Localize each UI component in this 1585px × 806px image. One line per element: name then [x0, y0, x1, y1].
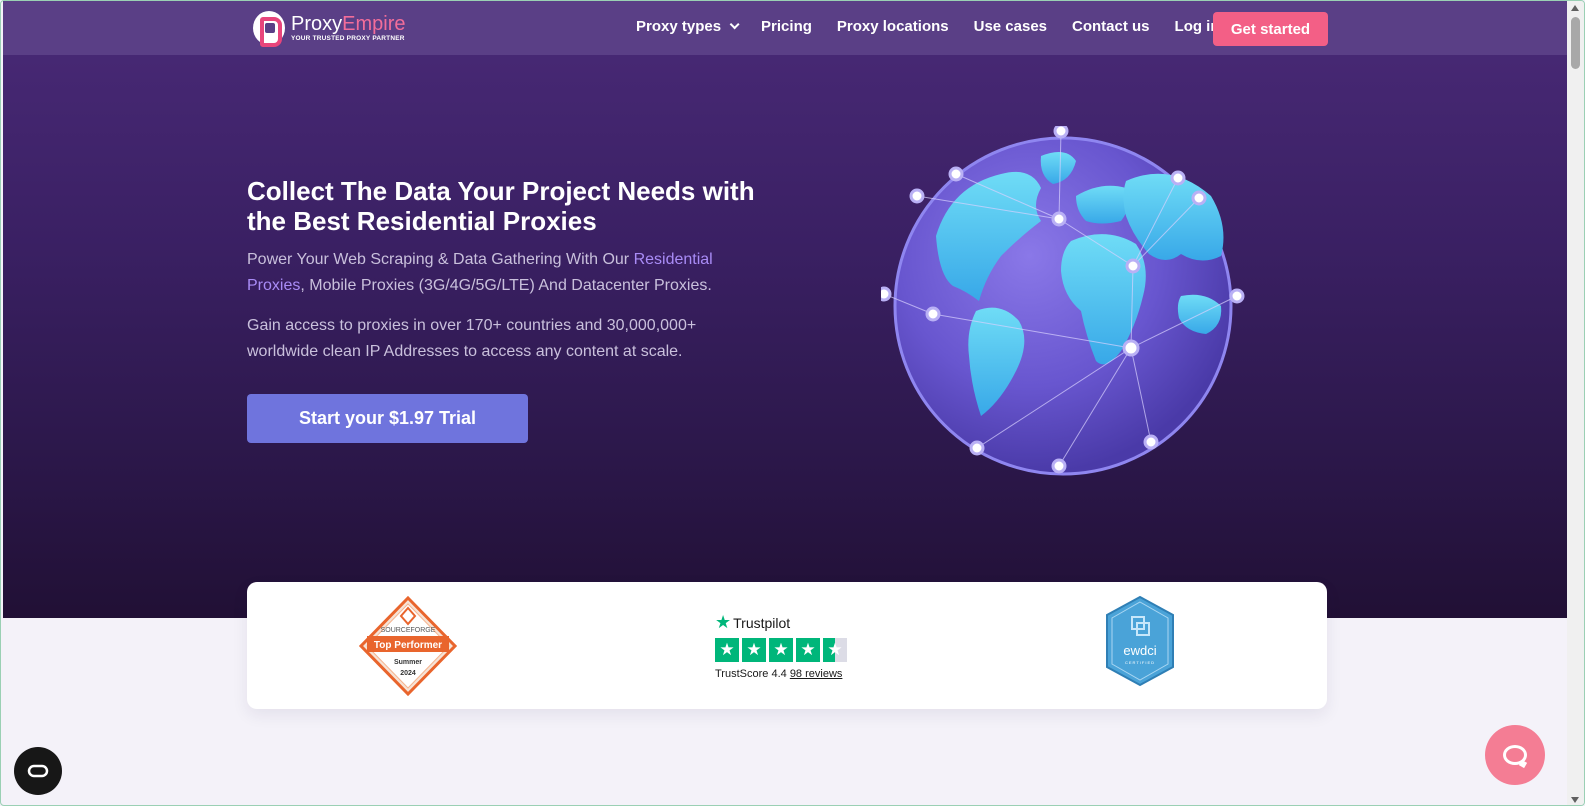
brand-tagline: YOUR TRUSTED PROXY PARTNER: [291, 34, 405, 42]
nav-item-use-cases[interactable]: Use cases: [974, 18, 1047, 35]
star-icon: ★: [796, 638, 820, 662]
reviews-link[interactable]: 98 reviews: [790, 668, 843, 680]
sourceforge-year: 2024: [400, 670, 416, 677]
scroll-thumb[interactable]: [1571, 17, 1580, 69]
nav-item-proxy-locations[interactable]: Proxy locations: [837, 18, 949, 35]
get-started-button[interactable]: Get started: [1213, 12, 1328, 46]
sourceforge-season: Summer: [394, 659, 422, 666]
star-icon: ★: [742, 638, 766, 662]
hero-headline: Collect The Data Your Project Needs with…: [247, 176, 755, 236]
main-nav: Proxy types Pricing Proxy locations Use …: [636, 18, 1245, 35]
brand-name: ProxyEmpire: [291, 12, 406, 35]
globe-illustration: [876, 123, 1261, 486]
trustscore: TrustScore 4.4 98 reviews: [715, 668, 843, 680]
trustpilot-name: Trustpilot: [733, 614, 791, 631]
page-scrollbar[interactable]: [1567, 1, 1584, 805]
accessibility-button[interactable]: [14, 747, 62, 795]
trustpilot-widget[interactable]: ★ Trustpilot ★ ★ ★ ★ ★ TrustScore 4.4 98…: [715, 612, 850, 680]
scroll-down-arrow-icon[interactable]: [1571, 797, 1579, 803]
brand-logo[interactable]: ProxyEmpire YOUR TRUSTED PROXY PARTNER: [253, 11, 406, 47]
nav-item-proxy-types[interactable]: Proxy types: [636, 18, 740, 35]
chevron-down-icon: [729, 19, 740, 30]
logo-icon: [253, 11, 285, 47]
sourceforge-brand: SOURCEFORGE: [381, 627, 436, 634]
star-icon: ★: [769, 638, 793, 662]
ewdci-name: ewdci: [1123, 643, 1156, 658]
hero-subtitle: Power Your Web Scraping & Data Gathering…: [247, 251, 713, 294]
start-trial-button[interactable]: Start your $1.97 Trial: [247, 394, 528, 443]
sourceforge-badge[interactable]: SOURCEFORGE Top Performer Summer 2024: [358, 595, 458, 697]
trustpilot-star-icon: ★: [715, 612, 732, 632]
scroll-up-arrow-icon[interactable]: [1571, 5, 1579, 11]
ewdci-certified-badge[interactable]: ewdci CERTIFIED: [1105, 595, 1175, 687]
half-star-icon: ★: [823, 638, 847, 662]
nav-item-contact-us[interactable]: Contact us: [1072, 18, 1150, 35]
accessibility-icon: [27, 764, 49, 778]
browser-frame: ProxyEmpire YOUR TRUSTED PROXY PARTNER P…: [0, 0, 1585, 806]
ewdci-certified: CERTIFIED: [1125, 660, 1155, 665]
chat-icon: [1503, 745, 1527, 765]
nav-item-pricing[interactable]: Pricing: [761, 18, 812, 35]
hero-section: [3, 1, 1569, 618]
top-navbar: ProxyEmpire YOUR TRUSTED PROXY PARTNER P…: [3, 1, 1569, 55]
star-icon: ★: [715, 638, 739, 662]
chat-button[interactable]: [1485, 725, 1545, 785]
trustpilot-stars: ★ ★ ★ ★ ★: [715, 638, 850, 662]
sourceforge-title: Top Performer: [374, 640, 442, 651]
globe-svg: [876, 123, 1245, 476]
hero-description: Gain access to proxies in over 170+ coun…: [247, 317, 697, 360]
trust-badges-bar: SOURCEFORGE Top Performer Summer 2024 ★ …: [247, 582, 1327, 709]
